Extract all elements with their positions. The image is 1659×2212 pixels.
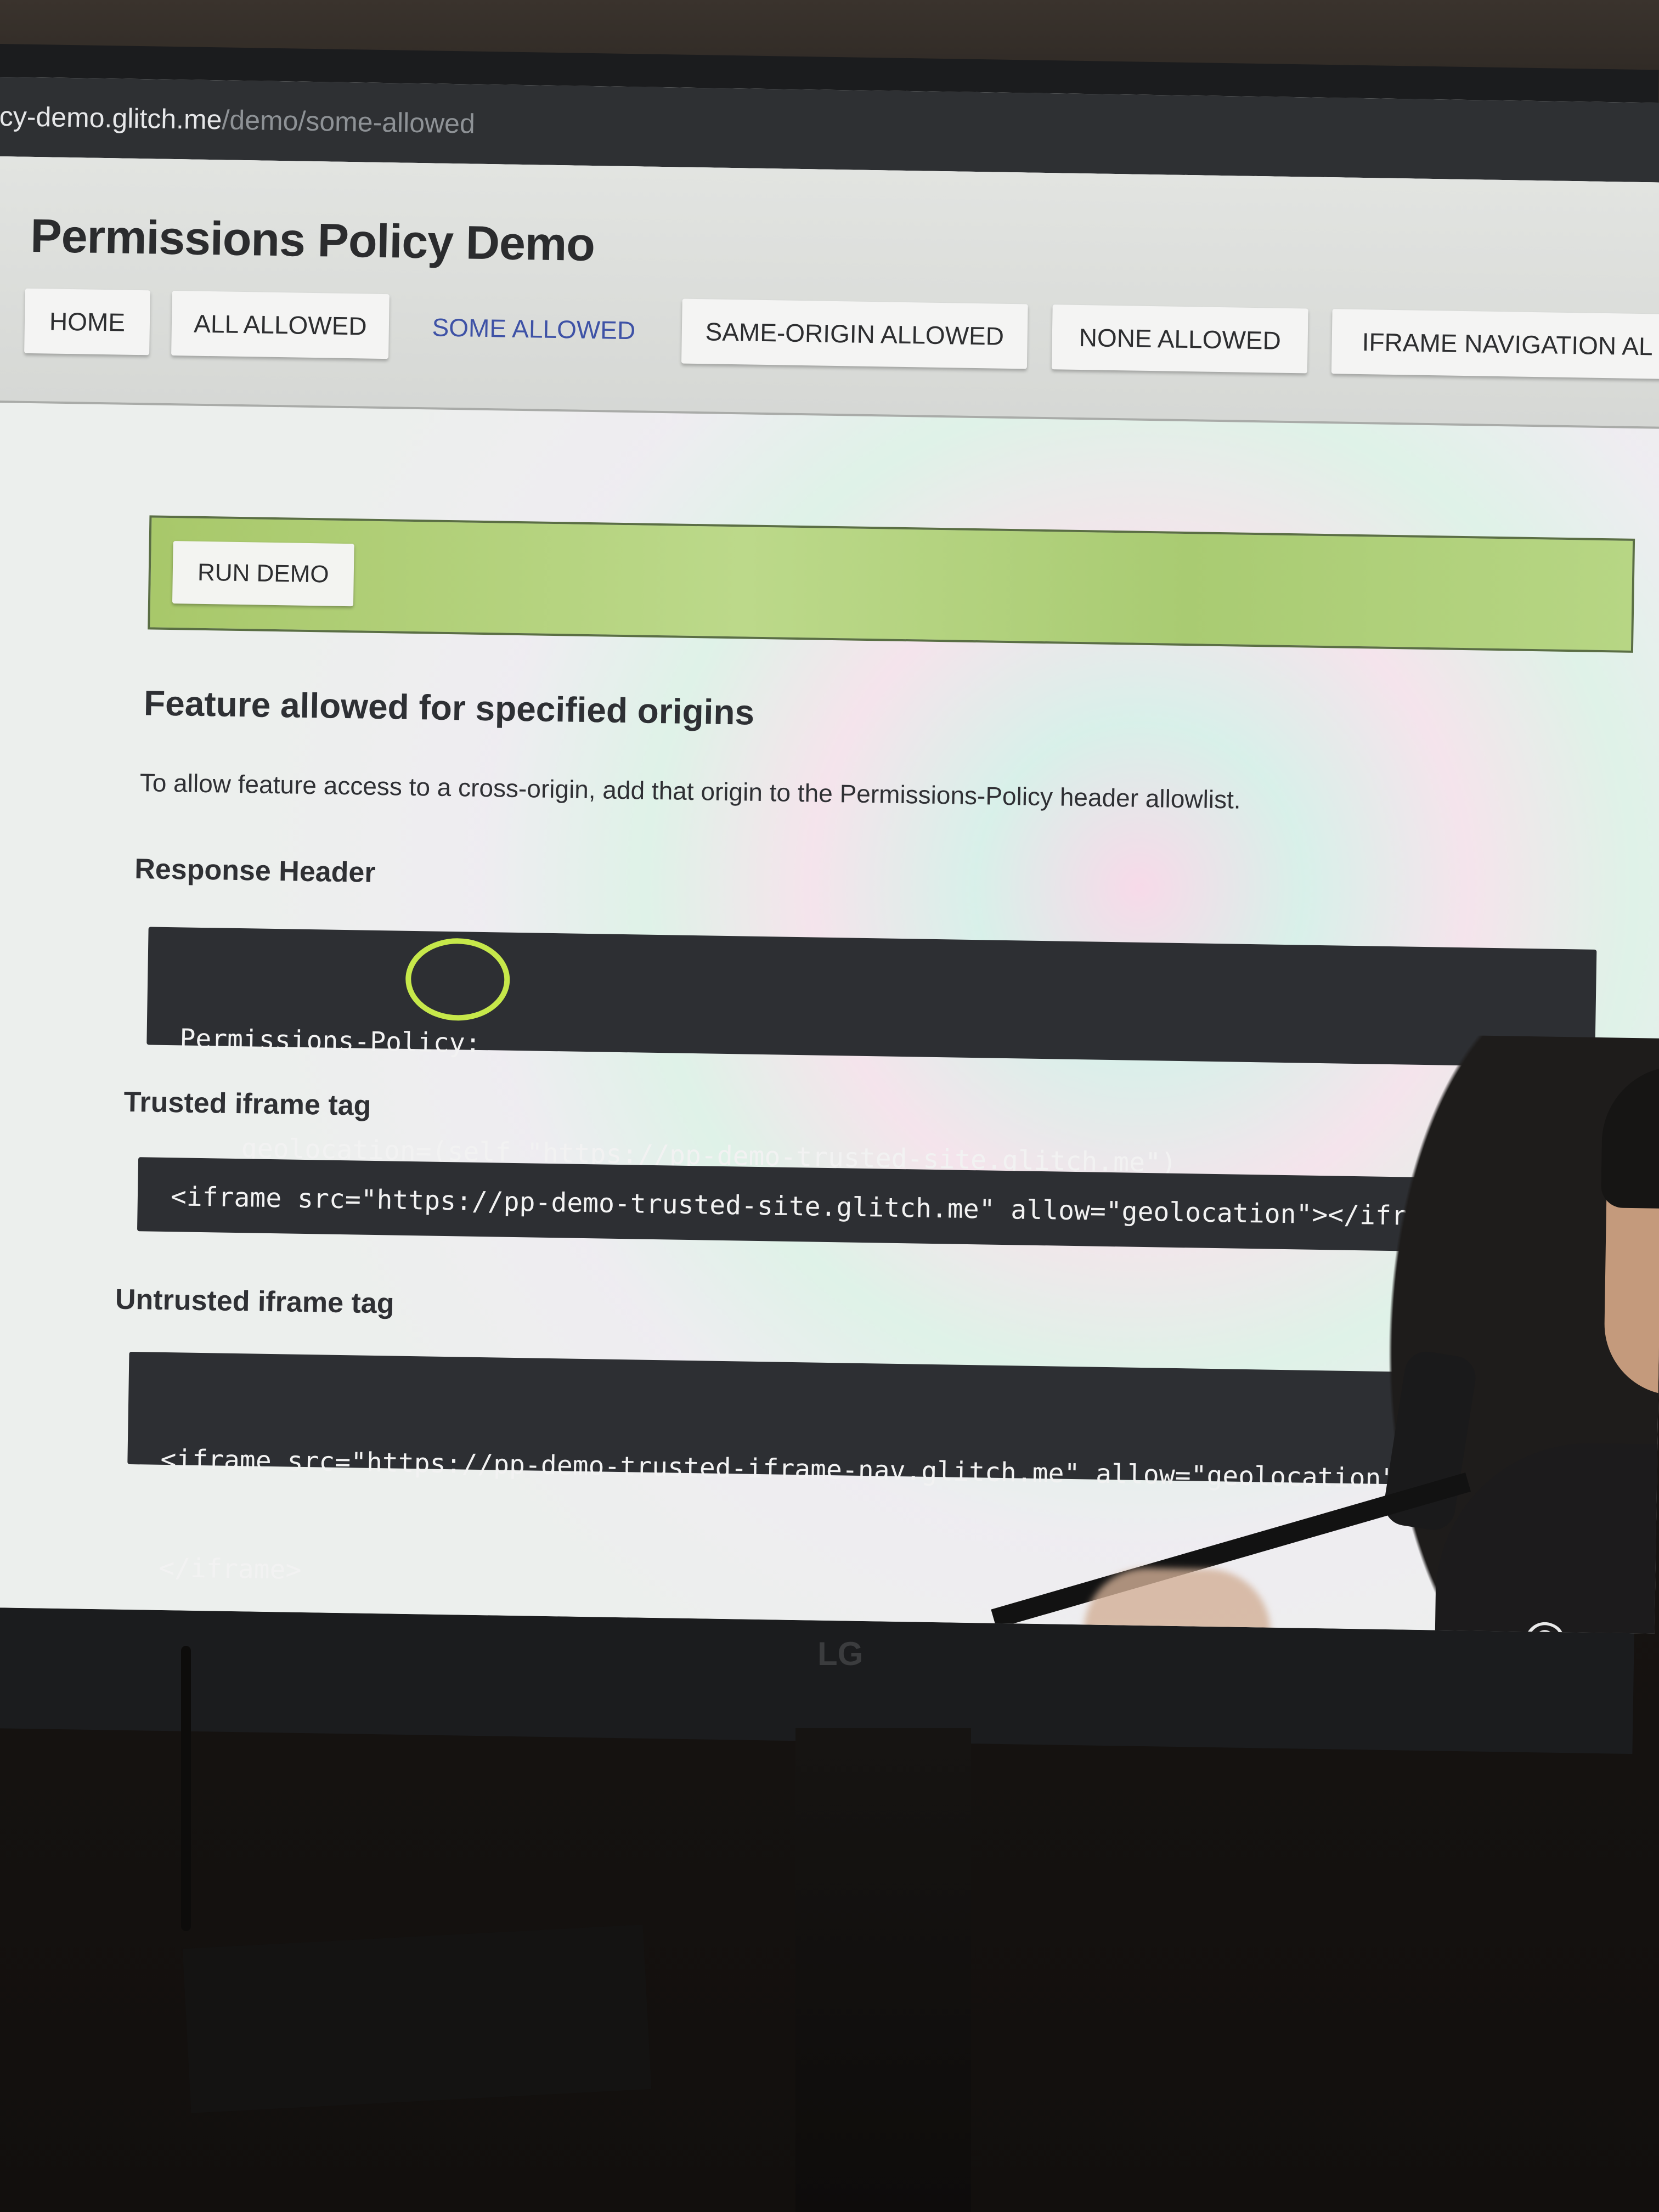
monitor-screen: cy-demo.glitch.me/demo/some-allowed Perm…	[0, 77, 1659, 1634]
url-host: cy-demo.glitch.me	[0, 100, 222, 136]
run-demo-button[interactable]: RUN DEMO	[172, 541, 354, 607]
page-title: Permissions Policy Demo	[30, 209, 595, 272]
url-path: /demo/some-allowed	[222, 104, 476, 139]
run-demo-banner: RUN DEMO	[148, 515, 1635, 653]
nav-none-allowed-button[interactable]: NONE ALLOWED	[1051, 304, 1308, 374]
response-header-label: Response Header	[134, 853, 376, 889]
section-heading: Feature allowed for specified origins	[143, 683, 755, 732]
photo-scene: cy-demo.glitch.me/demo/some-allowed Perm…	[0, 0, 1659, 2212]
trusted-iframe-label: Trusted iframe tag	[123, 1086, 371, 1122]
monitor-stand	[795, 1728, 971, 2212]
cable	[181, 1646, 191, 1931]
lg-logo: LG	[817, 1635, 864, 1672]
nav-iframe-navigation-button[interactable]: IFRAME NAVIGATION AL	[1331, 309, 1659, 380]
untrusted-iframe-label: Untrusted iframe tag	[115, 1283, 394, 1320]
web-page: Permissions Policy Demo HOME ALL ALLOWED…	[0, 156, 1659, 1634]
nav-some-allowed-button[interactable]: SOME ALLOWED	[418, 295, 650, 363]
site-header: Permissions Policy Demo HOME ALL ALLOWED…	[0, 156, 1659, 429]
nav-same-origin-allowed-button[interactable]: SAME-ORIGIN ALLOWED	[681, 298, 1028, 369]
highlight-circle	[405, 937, 511, 1022]
section-description: To allow feature access to a cross-origi…	[139, 768, 1242, 814]
nav-all-allowed-button[interactable]: ALL ALLOWED	[171, 290, 390, 359]
nav-home-button[interactable]: HOME	[24, 288, 150, 356]
desk-device	[182, 1925, 652, 2113]
